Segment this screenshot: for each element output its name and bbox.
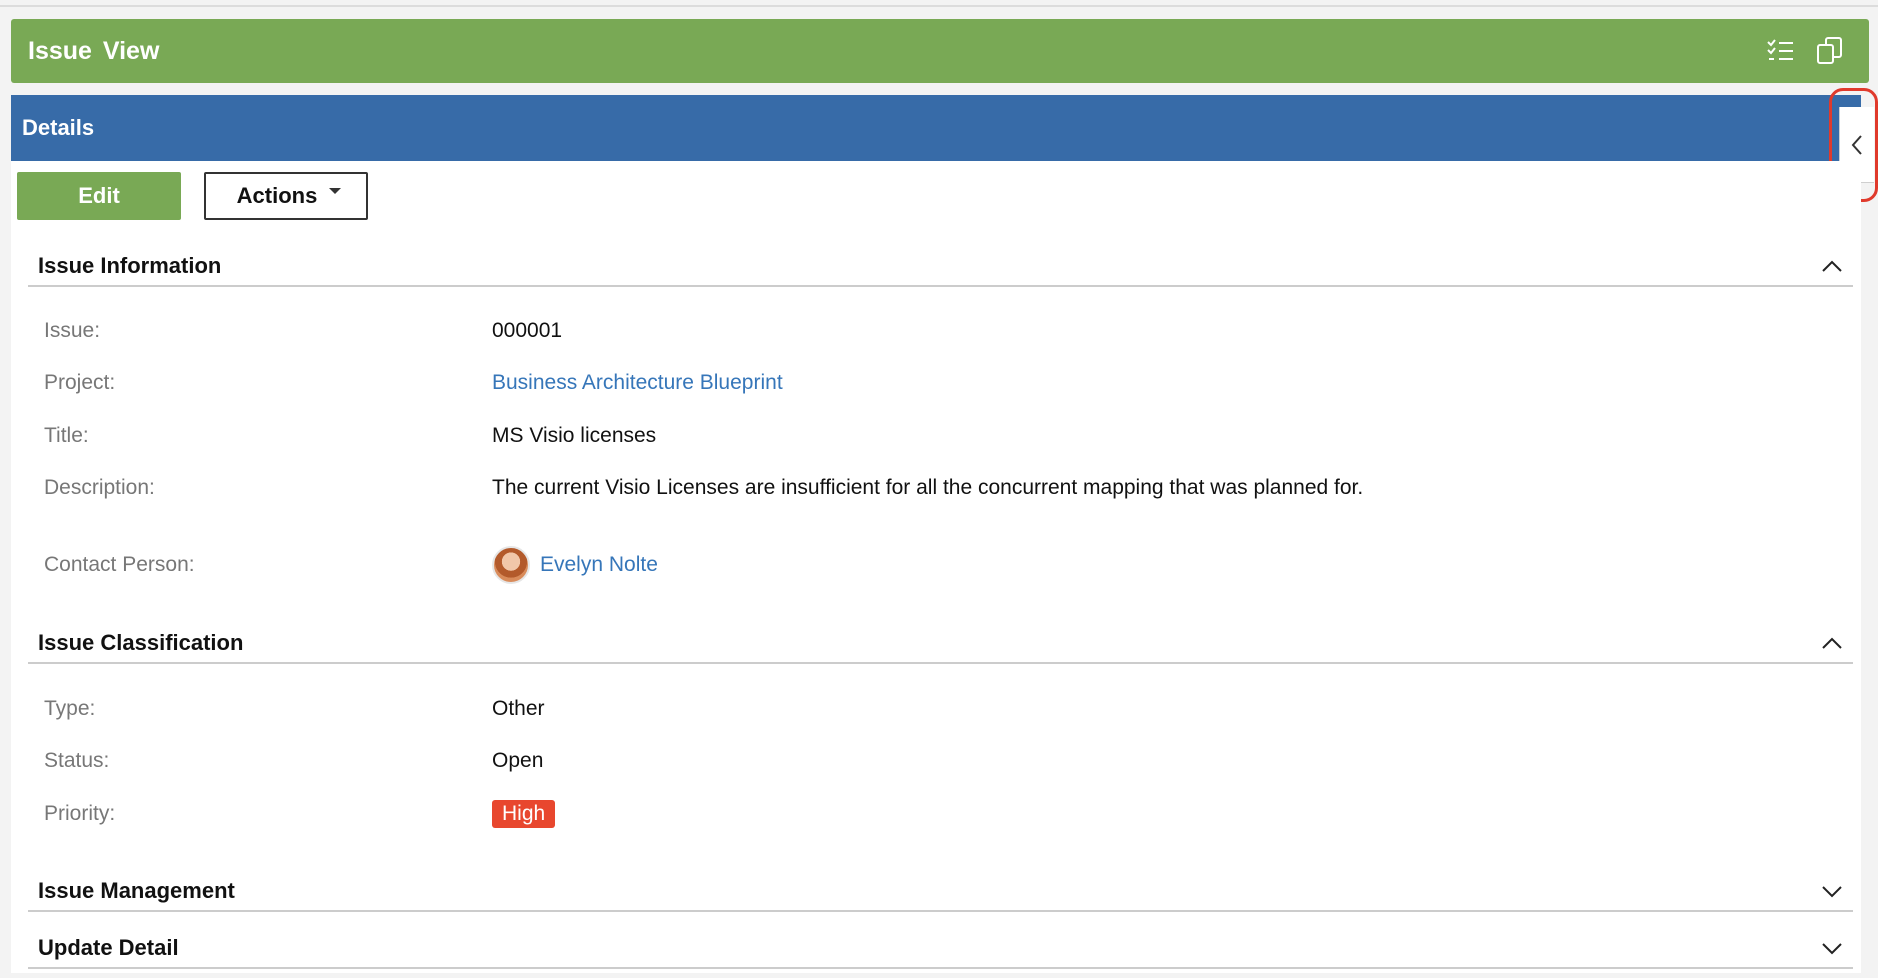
section-title: Update Detail [38, 935, 179, 960]
section-header-update-detail[interactable]: Update Detail [28, 929, 1853, 969]
field-label: Priority: [44, 802, 116, 825]
actions-dropdown-button[interactable]: Actions [204, 172, 368, 220]
field-issue: Issue: 000001 [44, 315, 1844, 347]
section-title: Issue Information [38, 253, 222, 278]
field-status: Status: Open [44, 745, 1844, 777]
chevron-up-icon[interactable] [1819, 635, 1845, 651]
issue-type: Other [492, 697, 545, 720]
field-label: Title: [44, 424, 89, 447]
avatar [492, 546, 530, 584]
issue-number: 000001 [492, 319, 563, 342]
issue-status: Open [492, 749, 544, 772]
field-label: Project: [44, 371, 116, 394]
page-title: Issue View [28, 36, 160, 65]
section-header-issue-management[interactable]: Issue Management [28, 872, 1853, 912]
contact-person-link[interactable]: Evelyn Nolte [540, 553, 658, 577]
caret-down-icon [329, 188, 342, 194]
section-title: Issue Classification [38, 630, 244, 655]
details-bar: Details [11, 95, 1861, 161]
field-label: Status: [44, 749, 110, 772]
field-label: Contact Person: [44, 553, 195, 576]
field-description: Description: The current Visio Licenses … [44, 472, 1844, 504]
chevron-down-icon[interactable] [1819, 883, 1845, 899]
field-type: Type: Other [44, 693, 1844, 725]
field-contact-person: Contact Person: Evelyn Nolte [44, 546, 1844, 584]
chevron-down-icon[interactable] [1819, 940, 1845, 956]
details-content: Edit Actions Issue Information Issue: 00… [11, 161, 1861, 973]
issue-view-header: Issue View [11, 19, 1869, 83]
project-link[interactable]: Business Architecture Blueprint [492, 371, 783, 395]
issue-title: MS Visio licenses [492, 424, 657, 447]
copy-icon[interactable] [1815, 36, 1845, 66]
section-header-issue-information[interactable]: Issue Information [28, 247, 1853, 287]
section-header-issue-classification[interactable]: Issue Classification [28, 624, 1853, 664]
checklist-icon[interactable] [1765, 36, 1795, 66]
top-divider [0, 5, 1878, 7]
field-label: Issue: [44, 319, 101, 342]
section-title: Issue Management [38, 878, 235, 903]
field-priority: Priority: High [44, 798, 1844, 830]
field-label: Type: [44, 697, 96, 720]
chevron-left-icon [1851, 134, 1862, 155]
actions-label: Actions [236, 183, 318, 208]
priority-badge: High [492, 800, 556, 828]
details-title: Details [22, 115, 95, 140]
field-project: Project: Business Architecture Blueprint [44, 367, 1844, 399]
field-title: Title: MS Visio licenses [44, 420, 1844, 452]
issue-description: The current Visio Licenses are insuffici… [492, 476, 1364, 499]
chevron-up-icon[interactable] [1819, 258, 1845, 274]
edit-button[interactable]: Edit [17, 172, 181, 220]
field-label: Description: [44, 476, 155, 499]
